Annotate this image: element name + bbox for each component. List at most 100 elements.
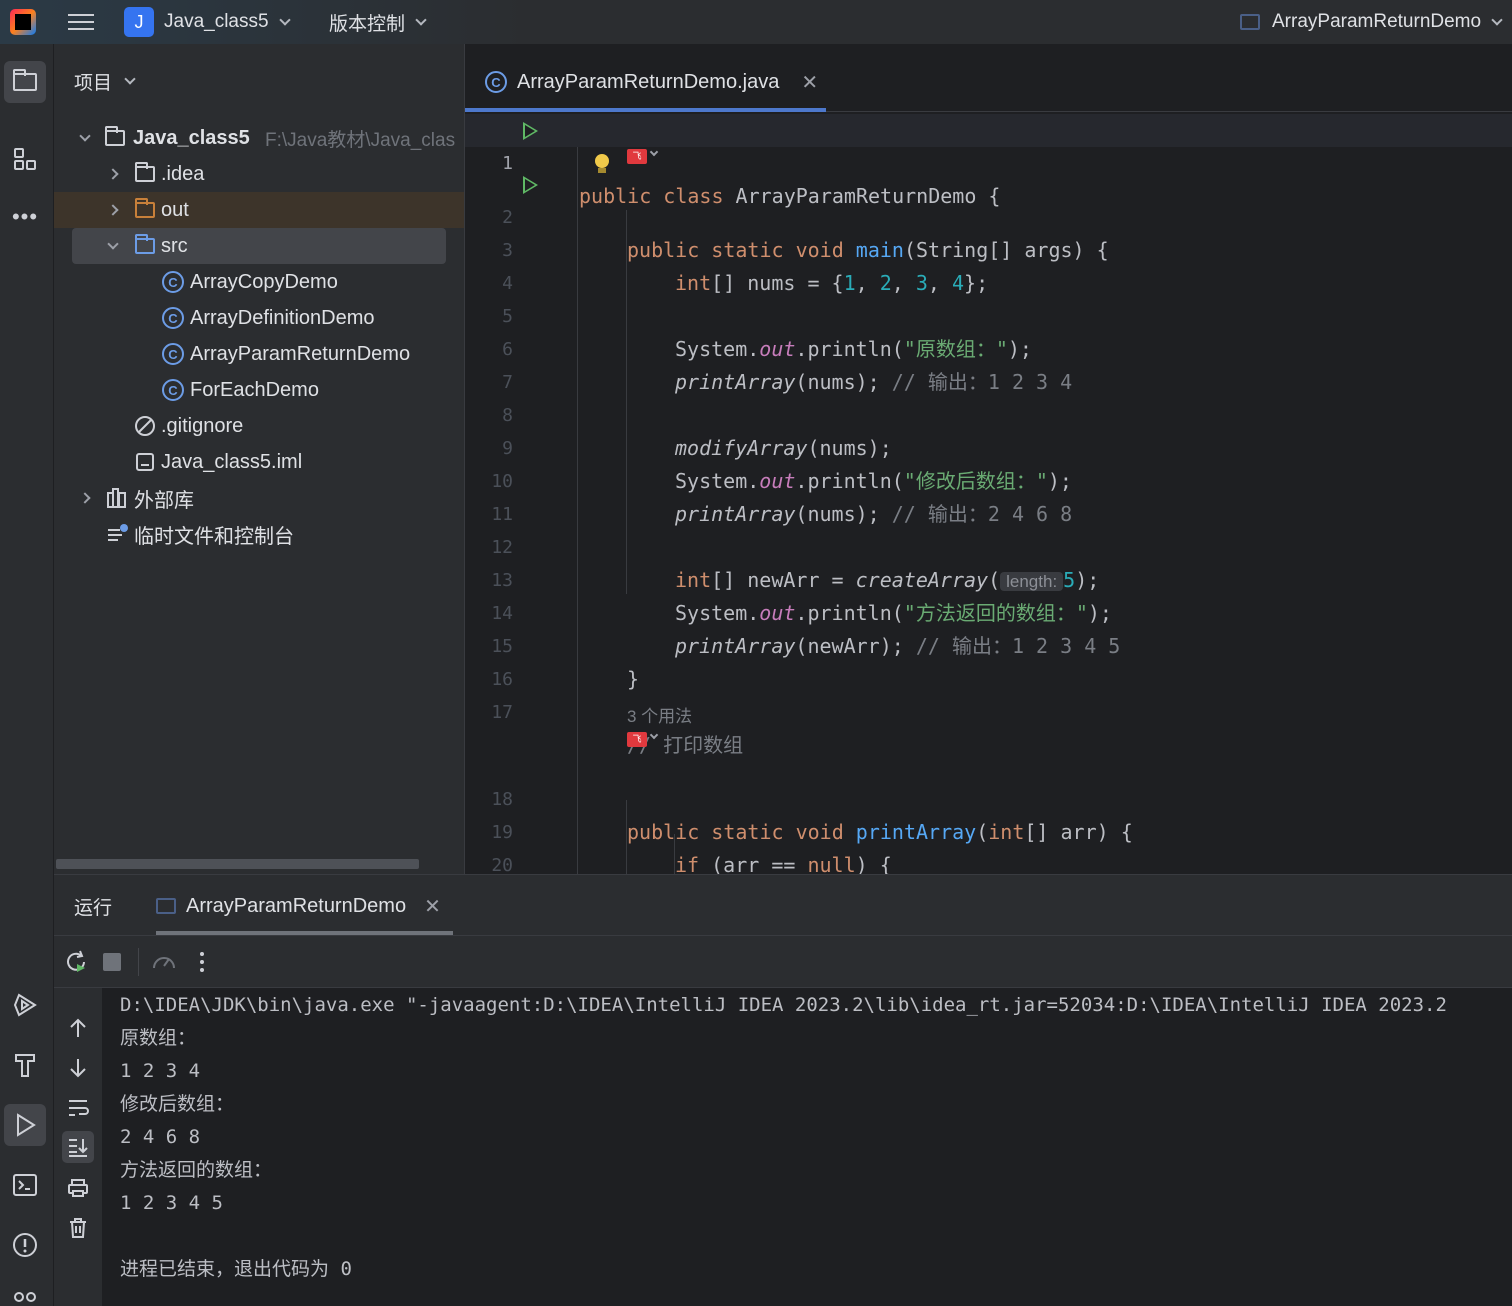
tree-item-external-libraries[interactable]: 外部库 xyxy=(54,480,464,516)
scroll-up-icon[interactable] xyxy=(66,1016,90,1040)
tree-item-src[interactable]: src xyxy=(72,228,446,264)
tree-label: 外部库 xyxy=(134,489,194,512)
run-side-toolbar xyxy=(54,988,102,1306)
run-tab-label: ArrayParamReturnDemo xyxy=(186,894,407,917)
build-tool-icon[interactable] xyxy=(4,1044,46,1086)
close-icon[interactable]: ✕ xyxy=(801,70,818,95)
print-icon[interactable] xyxy=(66,1176,90,1200)
code-line[interactable]: 14 printArray(newArr); // 输出：1 2 3 4 5 xyxy=(465,564,1512,658)
chevron-down-icon[interactable] xyxy=(78,130,92,142)
scroll-down-icon[interactable] xyxy=(66,1056,90,1080)
profiler-icon[interactable] xyxy=(150,948,178,976)
project-selector[interactable]: J Java_class5 xyxy=(124,0,291,44)
more-tools-icon[interactable]: ••• xyxy=(4,196,46,238)
stop-icon[interactable] xyxy=(102,952,122,972)
services-tool-icon[interactable] xyxy=(4,984,46,1026)
code-line[interactable]: 1 public class ArrayParamReturnDemo { xyxy=(465,114,1512,208)
vcs-menu[interactable]: 版本控制 xyxy=(329,0,427,44)
project-tool-icon[interactable] xyxy=(4,61,46,103)
code-line[interactable]: 17 // 打印数组 xyxy=(465,663,1512,757)
tree-label: Java_class5 xyxy=(133,126,250,149)
tree-label: ArrayDefinitionDemo xyxy=(190,306,375,329)
console-line: 修改后数组： xyxy=(120,1093,235,1115)
close-icon[interactable]: ✕ xyxy=(424,894,441,919)
code-line[interactable]: 6 printArray(nums); // 输出：1 2 3 4 xyxy=(465,300,1512,394)
tree-label: ArrayParamReturnDemo xyxy=(190,342,411,365)
scroll-to-end-icon[interactable] xyxy=(62,1131,94,1163)
chevron-down-icon[interactable] xyxy=(106,238,120,250)
console-line: 1 2 3 4 xyxy=(120,1060,201,1082)
code-line[interactable]: 20 System.out.println("数组为空"); xyxy=(465,816,1512,874)
chevron-right-icon[interactable] xyxy=(78,492,92,504)
tree-label: .idea xyxy=(161,162,205,185)
console-line: D:\IDEA\JDK\bin\java.exe "-javaagent:D:\… xyxy=(120,994,1447,1016)
chevron-down-icon[interactable] xyxy=(649,147,659,157)
code-line[interactable]: 2 public static void main(String[] args)… xyxy=(465,168,1512,262)
terminal-tool-icon[interactable] xyxy=(4,1164,46,1206)
code-line[interactable]: 15 } xyxy=(465,597,1512,691)
code-line[interactable]: 8 modifyArray(nums); xyxy=(465,366,1512,460)
active-tab-indicator xyxy=(465,108,826,112)
ai-assistant-icon[interactable]: 飞 xyxy=(627,149,647,164)
run-tab[interactable]: ArrayParamReturnDemo ✕ xyxy=(156,889,441,923)
intellij-logo-icon[interactable] xyxy=(10,0,36,44)
tree-item-java-class5[interactable]: Java_class5 F:\Java教材\Java_clas xyxy=(54,120,464,156)
run-config-label: ArrayParamReturnDemo xyxy=(1272,11,1482,32)
tree-item-class[interactable]: C ArrayDefinitionDemo xyxy=(54,300,464,336)
library-icon xyxy=(106,487,128,515)
code-line[interactable]: 5 System.out.println("原数组："); xyxy=(465,267,1512,361)
code-line[interactable]: 13 System.out.println("方法返回的数组："); xyxy=(465,531,1512,625)
console-line: 进程已结束，退出代码为 0 xyxy=(120,1258,352,1280)
editor-tab[interactable]: C ArrayParamReturnDemo.java ✕ xyxy=(485,62,818,102)
code-line[interactable]: 9 System.out.println("修改后数组："); xyxy=(465,399,1512,493)
run-main-icon[interactable] xyxy=(523,176,538,194)
code-line[interactable]: 16 xyxy=(465,630,1512,690)
rerun-icon[interactable] xyxy=(62,948,90,976)
ai-assistant-icon[interactable]: 飞 xyxy=(627,732,647,747)
tree-label: .gitignore xyxy=(161,414,244,437)
class-icon: C xyxy=(162,379,184,401)
code-line[interactable]: 18 public static void printArray(int[] a… xyxy=(465,750,1512,844)
clear-all-icon[interactable] xyxy=(66,1216,90,1240)
code-line[interactable]: 4 xyxy=(465,234,1512,294)
horizontal-scrollbar[interactable] xyxy=(56,859,419,869)
project-name: Java_class5 xyxy=(164,11,269,32)
run-panel-title: 运行 xyxy=(74,898,113,919)
project-panel-title[interactable]: 项目 xyxy=(74,68,136,95)
main-menu-icon[interactable] xyxy=(68,0,94,44)
run-class-icon[interactable] xyxy=(523,122,538,140)
chevron-right-icon[interactable] xyxy=(106,204,120,216)
tree-item-class[interactable]: C ArrayParamReturnDemo xyxy=(54,336,464,372)
code-line[interactable]: 11 xyxy=(465,465,1512,525)
structure-tool-icon[interactable] xyxy=(4,138,46,180)
code-line[interactable]: 10 printArray(nums); // 输出：2 4 6 8 xyxy=(465,432,1512,526)
tree-label: ForEachDemo xyxy=(190,378,319,401)
console-line: 方法返回的数组： xyxy=(120,1159,273,1181)
git-tool-icon[interactable] xyxy=(4,1280,46,1306)
lightbulb-icon[interactable] xyxy=(595,154,609,168)
code-line[interactable]: 21 return; xyxy=(465,849,1512,874)
class-icon: C xyxy=(162,307,184,329)
run-tool-icon[interactable] xyxy=(4,1104,46,1146)
project-panel-label: 项目 xyxy=(74,73,113,94)
console-line: 原数组： xyxy=(120,1027,197,1049)
usages-hint[interactable]: 3 个用法 xyxy=(627,702,692,727)
tree-item-idea[interactable]: .idea xyxy=(54,156,464,192)
problems-tool-icon[interactable] xyxy=(4,1224,46,1266)
code-line[interactable]: 7 xyxy=(465,333,1512,393)
run-config-selector[interactable]: ArrayParamReturnDemo xyxy=(1240,0,1503,44)
tree-item-out[interactable]: out xyxy=(54,192,464,228)
more-options-icon[interactable] xyxy=(192,948,212,976)
code-line[interactable]: 12 int[] newArr = createArray(length: 5); xyxy=(465,498,1512,592)
code-line[interactable]: 19 if (arr == null) { xyxy=(465,783,1512,874)
code-line[interactable]: 3 int[] nums = {1, 2, 3, 4}; xyxy=(465,201,1512,295)
soft-wrap-icon[interactable] xyxy=(66,1096,90,1120)
tree-item-scratches[interactable]: 临时文件和控制台 xyxy=(54,516,464,552)
tree-item-iml[interactable]: Java_class5.iml xyxy=(54,444,464,480)
tree-item-class[interactable]: C ForEachDemo xyxy=(54,372,464,408)
code-editor: C ArrayParamReturnDemo.java ✕ 1 public c… xyxy=(464,44,1512,874)
tree-item-gitignore[interactable]: .gitignore xyxy=(54,408,464,444)
chevron-right-icon[interactable] xyxy=(106,168,120,180)
ignore-file-icon xyxy=(134,415,156,443)
tree-item-class[interactable]: C ArrayCopyDemo xyxy=(54,264,464,300)
